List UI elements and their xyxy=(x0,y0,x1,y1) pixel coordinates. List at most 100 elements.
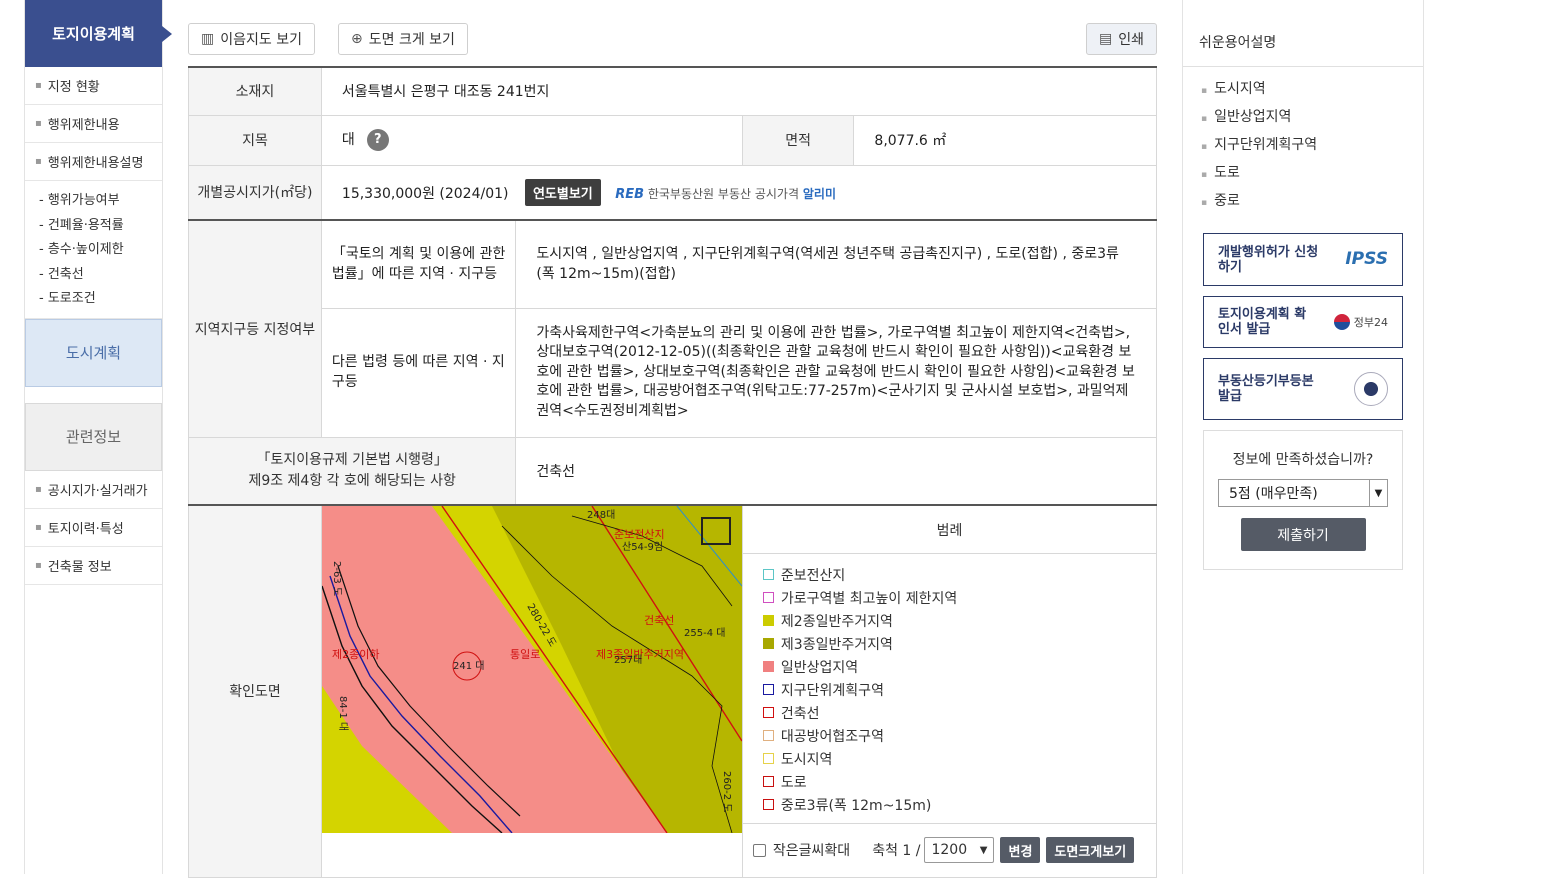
other-law-label: 다른 법령 등에 따른 지역 · 지구등 xyxy=(320,307,517,438)
legend-swatch-icon xyxy=(762,684,774,695)
legend-item: 대공방어협조구역 xyxy=(762,724,1156,747)
chevron-down-icon: ▼ xyxy=(1369,480,1387,506)
legend-item: 중로3류(폭 12m~15m) xyxy=(762,793,1156,816)
jimok-label: 지목 xyxy=(188,114,322,166)
bullet-icon: ▪ xyxy=(35,156,42,167)
zoom-drawing-button[interactable]: ⊕ 도면 크게 보기 xyxy=(338,23,468,55)
land-map[interactable]: 248대 준보전산지 산54-9임 2-63 도 280-22 도 건축선 25… xyxy=(321,506,742,833)
glossary-item[interactable]: ▪ 도시지역 xyxy=(1201,75,1423,103)
legend-label: 도로 xyxy=(780,774,807,791)
legend-label: 일반상업지역 xyxy=(780,659,859,676)
glossary-item[interactable]: ▪ 지구단위계획구역 xyxy=(1201,131,1423,159)
map-text: 통일로 xyxy=(510,647,540,661)
glossary-list: ▪ 도시지역 ▪ 일반상업지역 ▪ 지구단위계획구역 ▪ 도로 ▪ 중로 xyxy=(1183,67,1423,215)
map-view-button[interactable]: ▥ 이음지도 보기 xyxy=(188,23,315,55)
glossary-item[interactable]: ▪ 일반상업지역 xyxy=(1201,103,1423,131)
reb-logo: REB xyxy=(615,187,645,203)
sub-nav-item[interactable]: - 건축선 xyxy=(39,263,162,288)
legend-swatch-icon xyxy=(762,730,774,741)
help-icon[interactable]: ? xyxy=(366,129,389,151)
legend-title: 범례 xyxy=(742,506,1156,554)
map-label: 확인도면 xyxy=(188,504,322,878)
sub-nav-item[interactable]: - 도로조건 xyxy=(39,287,162,312)
bullet-icon: ▪ xyxy=(1201,142,1208,152)
left-nav: 토지이용계획 ▪ 지정 현황 ▪ 행위제한내용 ▪ 행위제한내용설명 - 행위가능여부… xyxy=(24,0,172,874)
legend-swatch-icon xyxy=(762,799,774,810)
legend-label: 지구단위계획구역 xyxy=(780,682,884,699)
legend-item: 도로 xyxy=(762,770,1156,793)
nav-item-restriction-desc[interactable]: ▪ 행위제한내용설명 xyxy=(25,143,162,181)
dev-permit-link[interactable]: 개발행위허가 신청하기 IPSS xyxy=(1203,233,1403,286)
survey-select[interactable]: 5점 (매우만족) ▼ xyxy=(1218,479,1388,507)
bullet-icon: ▪ xyxy=(35,80,42,91)
enforcement-value: 건축선 xyxy=(515,436,1157,506)
ipss-logo: IPSS xyxy=(1345,249,1388,269)
glossary-title: 쉬운용어설명 xyxy=(1183,0,1423,67)
legend-swatch-icon xyxy=(762,615,774,626)
enlarge-drawing-button[interactable]: 도면크게보기 xyxy=(1046,837,1135,863)
map-text: 준보전산지 xyxy=(614,528,665,541)
nav-block-related[interactable]: 관련정보 xyxy=(25,402,162,471)
nav-title[interactable]: 토지이용계획 xyxy=(25,0,172,67)
small-text-label: 작은글씨확대 xyxy=(772,843,851,859)
chevron-down-icon: ▼ xyxy=(979,844,988,856)
legend-swatch-icon xyxy=(762,569,774,580)
registry-link[interactable]: 부동산등기부등본 발급 xyxy=(1203,358,1403,420)
sub-nav-item[interactable]: - 건폐율·용적률 xyxy=(39,214,162,239)
survey-submit-button[interactable]: 제출하기 xyxy=(1240,518,1366,551)
price-label: 개별공시지가(㎡당) xyxy=(188,164,322,221)
land-plan-cert-link[interactable]: 토지이용계획 확인서 발급 정부24 xyxy=(1203,296,1403,348)
legend-label: 중로3류(폭 12m~15m) xyxy=(780,797,932,814)
legend-swatch-icon xyxy=(762,707,774,718)
sub-nav-item[interactable]: - 행위가능여부 xyxy=(39,189,162,214)
nav-item-restriction[interactable]: ▪ 행위제한내용 xyxy=(25,105,162,143)
map-text: 84-1 대 xyxy=(337,696,349,731)
bullet-icon: ▪ xyxy=(1201,114,1208,124)
legend-item: 일반상업지역 xyxy=(762,655,1156,678)
small-text-checkbox[interactable] xyxy=(752,843,766,857)
bullet-icon: ▪ xyxy=(35,483,42,495)
nav-item-price[interactable]: ▪ 공시지가·실거래가 xyxy=(25,471,162,509)
bullet-icon: ▪ xyxy=(1201,86,1208,96)
nav-item-designation[interactable]: ▪ 지정 현황 xyxy=(25,67,162,105)
print-button[interactable]: ▤ 인쇄 xyxy=(1086,23,1157,55)
map-icon: ▥ xyxy=(201,31,215,47)
map-text: 255-4 대 xyxy=(684,627,725,639)
national-law-label: 「국토의 계획 및 이용에 관한 법률」에 따른 지역 · 지구등 xyxy=(320,219,517,309)
nav-item-history[interactable]: ▪ 토지이력·특성 xyxy=(25,509,162,547)
map-text: 건축선 xyxy=(644,614,674,627)
map-text: 2-63 도 xyxy=(331,561,342,596)
map-text: 제2종이하 xyxy=(332,647,379,661)
court-seal-icon xyxy=(1354,372,1388,406)
legend-label: 준보전산지 xyxy=(780,567,846,584)
glossary-item[interactable]: ▪ 중로 xyxy=(1201,187,1423,215)
magnifier-icon: ⊕ xyxy=(351,31,363,47)
nav-block-city-plan[interactable]: 도시계획 xyxy=(25,318,162,387)
map-cell: 248대 준보전산지 산54-9임 2-63 도 280-22 도 건축선 25… xyxy=(320,504,743,878)
reb-link[interactable]: REB 한국부동산원 부동산 공시가격 알리미 xyxy=(615,185,836,202)
legend-swatch-icon xyxy=(762,638,774,649)
legend-label: 건축선 xyxy=(780,705,820,722)
taegeuk-icon xyxy=(1333,314,1350,330)
bullet-icon: ▪ xyxy=(35,118,42,129)
survey-box: 정보에 만족하셨습니까? 5점 (매우만족) ▼ 제출하기 xyxy=(1203,430,1403,570)
legend-label: 제3종일반주거지역 xyxy=(780,636,893,653)
legend-item: 가로구역별 최고높이 제한지역 xyxy=(762,586,1156,609)
right-sidebar: 쉬운용어설명 ▪ 도시지역 ▪ 일반상업지역 ▪ 지구단위계획구역 ▪ 도로 ▪ 중로 개… xyxy=(1182,0,1424,874)
legend-label: 제2종일반주거지역 xyxy=(780,613,893,630)
change-scale-button[interactable]: 변경 xyxy=(1000,837,1041,863)
area-label: 면적 xyxy=(741,114,855,166)
map-text: 241 대 xyxy=(453,660,484,672)
scale-select[interactable]: 1200 ▼ xyxy=(924,837,995,863)
map-text: 260-2 도 xyxy=(721,771,732,812)
legend-list: 준보전산지가로구역별 최고높이 제한지역제2종일반주거지역제3종일반주거지역일반… xyxy=(743,554,1156,816)
toolbar: ▥ 이음지도 보기 ⊕ 도면 크게 보기 ▤ 인쇄 xyxy=(188,0,1157,66)
nav-item-building[interactable]: ▪ 건축물 정보 xyxy=(25,547,162,585)
year-view-button[interactable]: 연도별보기 xyxy=(524,178,601,206)
jimok-cell: 대? xyxy=(320,114,743,166)
sub-nav-item[interactable]: - 층수·높이제한 xyxy=(39,238,162,263)
bullet-icon: ▪ xyxy=(1201,198,1208,208)
legend-label: 대공방어협조구역 xyxy=(780,728,884,745)
legend-swatch-icon xyxy=(762,661,774,672)
glossary-item[interactable]: ▪ 도로 xyxy=(1201,159,1423,187)
